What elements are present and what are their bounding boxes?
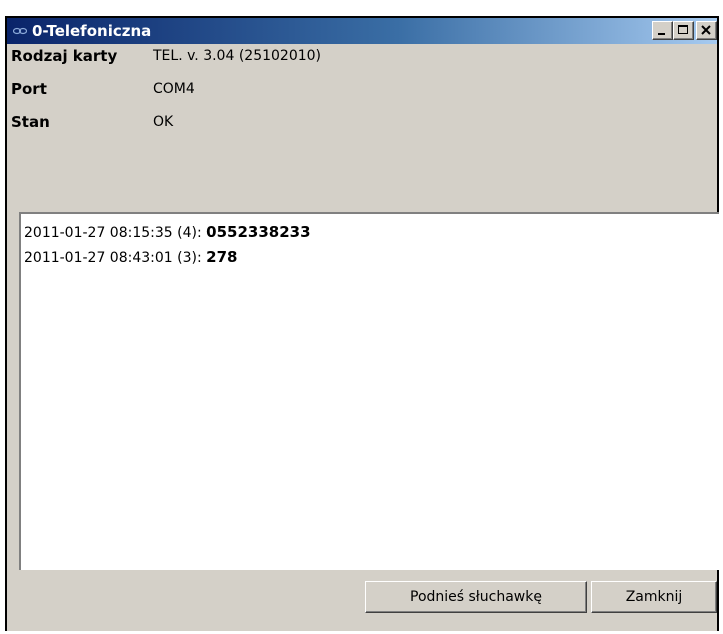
log-entry: 2011-01-27 08:15:35 (4): 0552338233 [24, 223, 311, 241]
info-row-port: Port COM4 [7, 77, 717, 101]
application-window: 0-Telefoniczna Rodzaj karty TEL. v. 3.04… [5, 16, 719, 631]
status-label: Stan [11, 113, 50, 131]
port-value: COM4 [153, 81, 195, 97]
minimize-button[interactable] [652, 21, 673, 40]
log-entry-timestamp: 2011-01-27 08:43:01 (3): [24, 250, 207, 266]
info-row-card-type: Rodzaj karty TEL. v. 3.04 (25102010) [7, 44, 717, 68]
status-value: OK [153, 114, 174, 130]
log-entry-number: 278 [206, 248, 238, 266]
card-type-value: TEL. v. 3.04 (25102010) [153, 48, 321, 64]
phone-app-icon [13, 27, 27, 35]
info-row-status: Stan OK [7, 110, 717, 134]
window-title: 0-Telefoniczna [32, 22, 152, 40]
log-entry: 2011-01-27 08:43:01 (3): 278 [24, 248, 237, 266]
maximize-button[interactable] [673, 21, 694, 40]
log-entry-number: 0552338233 [206, 223, 311, 241]
card-type-label: Rodzaj karty [11, 47, 118, 65]
port-label: Port [11, 80, 47, 98]
pick-up-handset-button[interactable]: Podnieś słuchawkę [365, 581, 587, 613]
close-window-button[interactable]: Zamknij [591, 581, 717, 613]
call-log[interactable]: 2011-01-27 08:15:35 (4): 0552338233 2011… [19, 212, 719, 570]
close-button[interactable] [696, 21, 717, 40]
title-bar[interactable]: 0-Telefoniczna [7, 18, 717, 44]
log-entry-timestamp: 2011-01-27 08:15:35 (4): [24, 225, 207, 241]
minimize-icon [658, 33, 665, 35]
close-icon [701, 25, 711, 35]
maximize-icon [678, 25, 688, 34]
